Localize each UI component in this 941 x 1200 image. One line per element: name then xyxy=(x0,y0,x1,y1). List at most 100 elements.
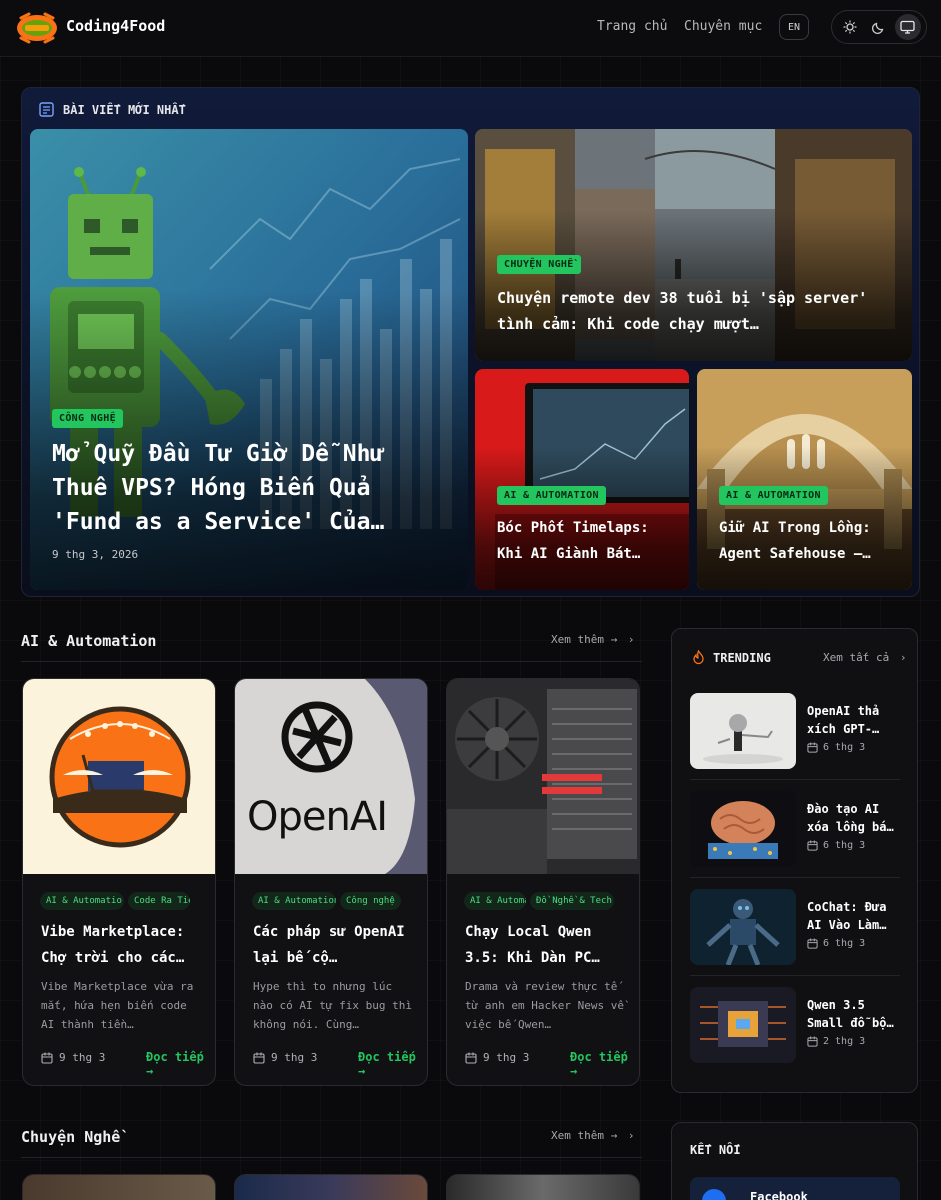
openai-wordmark: OpenAI xyxy=(247,794,388,840)
nav-categories[interactable]: Chuyên mục xyxy=(684,19,762,34)
calendar-icon xyxy=(807,742,818,753)
latest-posts-title: BÀI VIẾT MỚI NHẤT xyxy=(63,102,186,117)
trending-thumb-2[interactable] xyxy=(690,791,796,867)
calendar-icon xyxy=(465,1052,477,1064)
trending-panel: TRENDING Xem tất cả › OpenAI thả xích GP… xyxy=(671,628,918,1093)
post-date-label: 9 thg 3 xyxy=(271,1051,318,1064)
post-date-2: 9 thg 3 xyxy=(253,1051,317,1064)
trending-item-2[interactable]: Đào tạo AI xóa lồng bá… 6 thg 3 xyxy=(690,791,900,867)
trending-date-4: 2 thg 3 xyxy=(807,1036,865,1047)
small-post-card-2[interactable]: AI & AUTOMATION Giữ AI Trong Lồng: Agent… xyxy=(697,369,912,590)
ai-section-see-more[interactable]: Xem thêm → › xyxy=(551,633,634,646)
career-post-card-2[interactable] xyxy=(234,1174,428,1200)
small-post-tag-1[interactable]: AI & AUTOMATION xyxy=(497,486,606,505)
post-card-3[interactable]: AI & Automa Đồ Nghề & Tech Chạy Local Qw… xyxy=(446,678,640,1086)
trending-title-1[interactable]: OpenAI thả xích GPT-… xyxy=(807,702,897,738)
read-more-link-3[interactable]: Đọc tiếp → xyxy=(570,1050,639,1078)
post-tag[interactable]: Code Ra Tiền xyxy=(128,892,190,910)
trending-thumb-3[interactable] xyxy=(690,889,796,965)
chevron-right-icon: › xyxy=(627,1129,635,1142)
site-header: Coding4Food Trang chủ Chuyên mục EN xyxy=(0,0,941,57)
trending-see-all-label: Xem tất cả xyxy=(823,651,890,664)
facebook-label: Facebook xyxy=(750,1190,808,1200)
post-date-label: 9 thg 3 xyxy=(483,1051,530,1064)
trending-title-3[interactable]: CoChat: Đưa AI Vào Làm… xyxy=(807,898,897,934)
career-section-see-more-label: Xem thêm → xyxy=(551,1129,618,1142)
post-tag[interactable]: AI & Automation xyxy=(252,892,336,910)
small-post-title-1[interactable]: Bóc Phốt Timelaps: Khi AI Giành Bát… xyxy=(497,515,673,567)
side-post-title[interactable]: Chuyện remote dev 38 tuổi bị 'sập server… xyxy=(497,285,892,337)
post-date-label: 9 thg 3 xyxy=(59,1051,106,1064)
featured-post-tag[interactable]: CÔNG NGHỆ xyxy=(52,409,123,428)
read-more-link-2[interactable]: Đọc tiếp → xyxy=(358,1050,427,1078)
small-post-title-2[interactable]: Giữ AI Trong Lồng: Agent Safehouse –… xyxy=(719,515,895,567)
nav-home[interactable]: Trang chủ xyxy=(597,19,667,34)
post-title-1[interactable]: Vibe Marketplace: Chợ trời cho các… xyxy=(41,919,201,971)
ai-section-see-more-label: Xem thêm → xyxy=(551,633,618,646)
trending-divider xyxy=(690,975,900,976)
featured-post-title[interactable]: Mở Quỹ Đầu Tư Giờ Dễ Như Thuê VPS? Hóng … xyxy=(52,437,437,539)
trending-item-4[interactable]: Qwen 3.5 Small đỗ bộ… 2 thg 3 xyxy=(690,987,900,1063)
sun-icon[interactable] xyxy=(837,14,863,40)
trending-title-4[interactable]: Qwen 3.5 Small đỗ bộ… xyxy=(807,996,897,1032)
side-post-card[interactable]: CHUYỆN NGHỀ Chuyện remote dev 38 tuổi bị… xyxy=(475,129,912,361)
career-post-card-3[interactable] xyxy=(446,1174,640,1200)
small-post-card-1[interactable]: AI & AUTOMATION Bóc Phốt Timelaps: Khi A… xyxy=(475,369,689,590)
calendar-icon xyxy=(807,840,818,851)
career-post-card-1[interactable] xyxy=(22,1174,216,1200)
post-excerpt-3: Drama và review thực tế từ anh em Hacker… xyxy=(465,980,624,1031)
connect-panel: KẾT NỐI Facebook xyxy=(671,1122,918,1200)
trending-divider xyxy=(690,779,900,780)
brand-name[interactable]: Coding4Food xyxy=(66,17,165,35)
side-post-tag[interactable]: CHUYỆN NGHỀ xyxy=(497,255,581,274)
chevron-right-icon: › xyxy=(899,651,907,664)
post-tags-3: AI & Automa Đồ Nghề & Tech xyxy=(464,892,614,910)
trending-date-2: 6 thg 3 xyxy=(807,840,865,851)
trending-title-2[interactable]: Đào tạo AI xóa lồng bá… xyxy=(807,800,897,836)
post-tags-2: AI & Automation Công nghệ xyxy=(252,892,401,910)
theme-switcher xyxy=(831,10,927,44)
moon-icon[interactable] xyxy=(866,14,892,40)
language-button[interactable]: EN xyxy=(779,14,809,40)
ai-section-title: AI & Automation xyxy=(21,632,157,650)
ai-section-divider xyxy=(21,661,642,662)
career-section-see-more[interactable]: Xem thêm → › xyxy=(551,1129,634,1142)
trending-item-3[interactable]: CoChat: Đưa AI Vào Làm… 6 thg 3 xyxy=(690,889,900,965)
calendar-icon xyxy=(807,1036,818,1047)
post-title-3[interactable]: Chạy Local Qwen 3.5: Khi Dàn PC… xyxy=(465,919,625,971)
latest-posts-panel: BÀI VIẾT MỚI NHẤT CÔNG NGHỆ Mở Quỹ Đầu T… xyxy=(21,87,920,597)
trending-date-1: 6 thg 3 xyxy=(807,742,865,753)
trending-thumb-4[interactable] xyxy=(690,987,796,1063)
post-thumb-2[interactable]: OpenAI xyxy=(235,679,427,874)
post-date-1: 9 thg 3 xyxy=(41,1051,105,1064)
post-thumb-1[interactable] xyxy=(23,679,215,874)
connect-title: KẾT NỐI xyxy=(690,1143,741,1157)
trending-item-1[interactable]: OpenAI thả xích GPT-… 6 thg 3 xyxy=(690,693,900,769)
post-tag[interactable]: Công nghệ xyxy=(340,892,401,910)
read-more-link-1[interactable]: Đọc tiếp → xyxy=(146,1050,215,1078)
post-tag[interactable]: AI & Automa xyxy=(464,892,526,910)
post-thumb-3[interactable] xyxy=(447,679,639,874)
post-card-1[interactable]: AI & Automatio Code Ra Tiền Vibe Marketp… xyxy=(22,678,216,1086)
facebook-icon xyxy=(702,1189,726,1200)
featured-post-card[interactable]: CÔNG NGHỆ Mở Quỹ Đầu Tư Giờ Dễ Như Thuê … xyxy=(30,129,468,590)
trending-date-label: 2 thg 3 xyxy=(823,1036,866,1047)
post-excerpt-1: Vibe Marketplace vừa ra mắt, hứa hẹn biế… xyxy=(41,980,194,1031)
post-tag[interactable]: AI & Automatio xyxy=(40,892,124,910)
post-excerpt-2: Hype thì to nhưng lúc nào có AI tự fix b… xyxy=(253,980,412,1031)
featured-post-date: 9 thg 3, 2026 xyxy=(52,548,139,561)
career-section-title: Chuyện Nghề xyxy=(21,1128,121,1146)
small-post-tag-2[interactable]: AI & AUTOMATION xyxy=(719,486,828,505)
monitor-icon[interactable] xyxy=(894,14,921,40)
site-logo[interactable] xyxy=(15,6,59,50)
trending-see-all[interactable]: Xem tất cả › xyxy=(823,651,906,664)
post-date-3: 9 thg 3 xyxy=(465,1051,529,1064)
post-card-2[interactable]: OpenAI AI & Automation Công nghệ Các phá… xyxy=(234,678,428,1086)
post-title-2[interactable]: Các pháp sư OpenAI lại bế cộ… xyxy=(253,919,413,971)
calendar-icon xyxy=(253,1052,265,1064)
facebook-link[interactable]: Facebook xyxy=(690,1177,900,1200)
post-tag[interactable]: Đồ Nghề & Tech xyxy=(530,892,614,910)
trending-thumb-1[interactable] xyxy=(690,693,796,769)
calendar-icon xyxy=(41,1052,53,1064)
trending-date-label: 6 thg 3 xyxy=(823,938,866,949)
